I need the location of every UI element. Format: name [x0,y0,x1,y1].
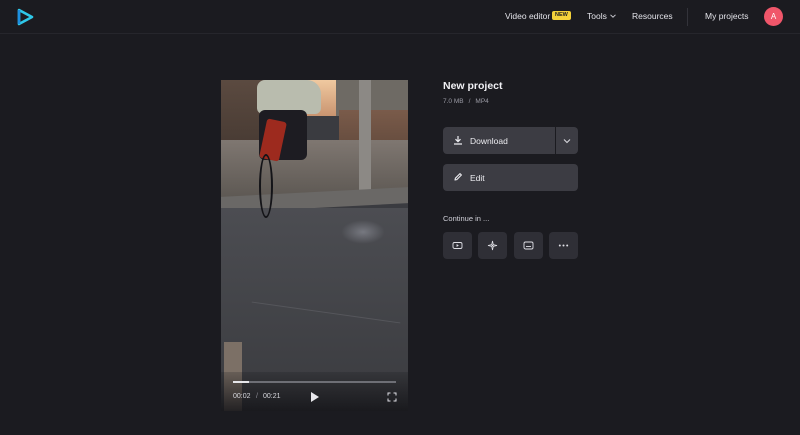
project-meta: 7.0 MB / MP4 [443,98,489,105]
pencil-icon [454,173,462,181]
nav-video-editor[interactable]: Video editor [505,11,550,21]
more-icon [558,244,569,247]
nav-tools[interactable]: Tools [587,11,607,21]
duration: 00:21 [263,393,281,400]
file-format: MP4 [475,98,489,105]
edit-label: Edit [470,173,485,183]
progress-fill [233,381,250,383]
video-player[interactable]: 00:02 / 00:21 [221,80,408,411]
edit-button[interactable]: Edit [443,164,578,191]
play-icon[interactable] [310,391,320,403]
subtitles-icon [523,241,534,250]
continue-subtitles-button[interactable] [514,232,543,259]
continue-in-label: Continue in ... [443,214,490,223]
download-label: Download [470,136,508,146]
time-separator: / [256,393,258,400]
youtube-icon [452,242,463,249]
continue-youtube-button[interactable] [443,232,472,259]
top-navigation-bar: Video editor NEW Tools Resources My proj… [0,0,800,34]
nav-resources[interactable]: Resources [632,11,673,21]
file-size: 7.0 MB [443,98,464,105]
meta-separator: / [468,98,471,105]
nav-my-projects[interactable]: My projects [705,11,748,21]
chevron-down-icon[interactable] [609,12,617,20]
sparkle-icon [487,240,498,251]
video-controls: 00:02 / 00:21 [221,372,408,411]
user-avatar[interactable]: A [764,7,783,26]
download-icon [454,136,462,145]
download-button[interactable]: Download [443,127,555,154]
nav-divider [687,8,688,26]
current-time: 00:02 [233,393,251,400]
project-title: New project [443,80,503,92]
chevron-down-icon [563,139,571,144]
fullscreen-icon[interactable] [387,392,397,402]
continue-ai-button[interactable] [478,232,507,259]
new-badge: NEW [552,11,571,20]
app-logo-icon[interactable] [16,8,34,26]
continue-more-button[interactable] [549,232,578,259]
download-options-button[interactable] [556,127,578,154]
progress-bar[interactable] [233,381,396,383]
